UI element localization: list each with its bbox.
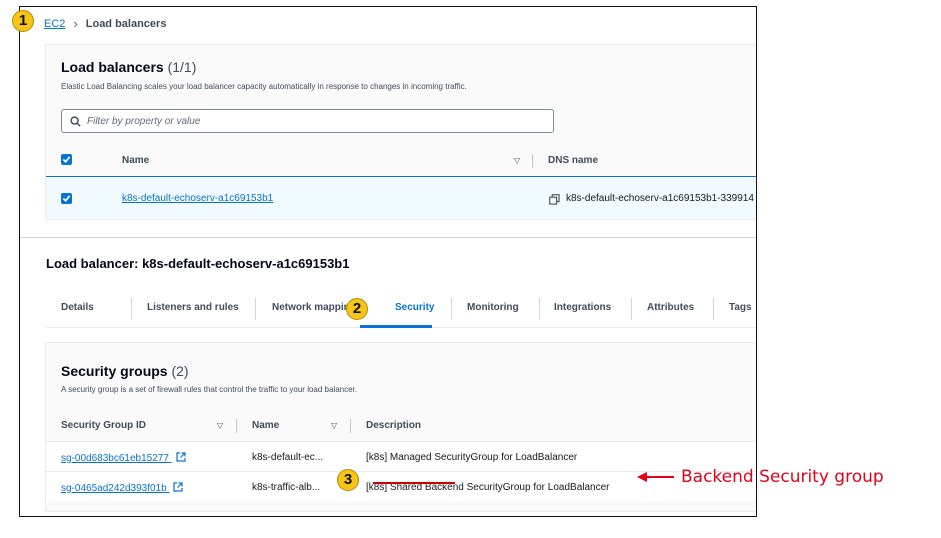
sort-down-icon[interactable]: ▽ [514,156,520,165]
tab-monitoring[interactable]: Monitoring [467,302,519,313]
filter-input[interactable]: Filter by property or value [61,109,554,133]
row-checkbox[interactable] [61,193,72,204]
console-window: EC2 › Load balancers Load balancers (1/1… [19,6,757,517]
security-group-name: k8s-default-ec... [252,452,324,463]
checkmark-icon [62,156,71,163]
checkmark-icon [62,195,71,202]
load-balancers-description: Elastic Load Balancing scales your load … [61,82,467,91]
security-group-id-link[interactable]: sg-00d683bc61eb15277 [61,452,186,464]
tab-tags[interactable]: Tags [729,302,752,313]
annotation-label: Backend Security group [681,467,884,487]
column-divider [350,419,351,433]
tab-details[interactable]: Details [61,302,94,313]
external-link-icon [176,452,186,462]
tab-integrations[interactable]: Integrations [554,302,611,313]
dns-name-value: k8s-default-echoserv-a1c69153b1-339914 [566,193,754,204]
arrow-left-icon [637,472,674,482]
filter-placeholder: Filter by property or value [87,115,201,127]
annotation-callout: Backend Security group [637,467,884,487]
select-all-checkbox[interactable] [61,154,72,165]
tab-network-mapping[interactable]: Network mapping [272,302,356,313]
breadcrumb-ec2-link[interactable]: EC2 [44,18,65,30]
tab-divider [539,298,540,320]
security-groups-heading: Security groups (2) [61,363,189,379]
search-icon [70,115,81,127]
load-balancers-heading: Load balancers (1/1) [61,59,197,75]
sort-down-icon[interactable]: ▽ [331,421,337,430]
tab-security[interactable]: Security [395,302,434,313]
step-badge-2: 2 [346,298,368,320]
tab-divider [131,298,132,320]
load-balancer-detail-title: Load balancer: k8s-default-echoserv-a1c6… [46,256,350,271]
copy-icon[interactable] [549,194,560,205]
column-divider [532,154,533,168]
highlight-underline [373,482,455,484]
tab-listeners-and-rules[interactable]: Listeners and rules [147,302,239,313]
tab-divider [713,298,714,320]
tab-divider [255,298,256,320]
column-header-name[interactable]: Name [122,155,149,166]
tab-divider [631,298,632,320]
column-divider [236,419,237,433]
load-balancer-name-link[interactable]: k8s-default-echoserv-a1c69153b1 [122,193,273,204]
active-tab-indicator [360,325,432,328]
table-row[interactable]: k8s-default-echoserv-a1c69153b1 k8s-defa… [46,176,756,220]
breadcrumb-current: Load balancers [85,17,167,30]
external-link-icon [173,482,184,492]
column-header-dns[interactable]: DNS name [548,155,598,166]
column-header-description: Description [366,420,422,431]
security-groups-description: A security group is a set of firewall ru… [61,385,358,394]
step-badge-1: 1 [12,10,34,32]
load-balancers-panel: Load balancers (1/1) Elastic Load Balanc… [45,44,756,220]
sort-down-icon[interactable]: ▽ [217,421,223,430]
tab-divider [451,298,452,320]
step-badge-3: 3 [337,469,359,491]
column-header-security-group-id[interactable]: Security Group ID [61,420,146,431]
column-header-name[interactable]: Name [252,420,279,431]
tab-attributes[interactable]: Attributes [647,302,694,313]
detail-tabs: Details Listeners and rules Network mapp… [46,292,756,328]
security-group-description: [k8s] Managed SecurityGroup for LoadBala… [366,452,578,463]
security-group-id-link[interactable]: sg-0465ad242d393f01b [61,482,184,494]
chevron-right-icon: › [73,16,78,31]
security-group-name: k8s-traffic-alb... [252,482,321,493]
section-divider [20,237,756,238]
breadcrumb: EC2 › Load balancers [44,16,166,31]
